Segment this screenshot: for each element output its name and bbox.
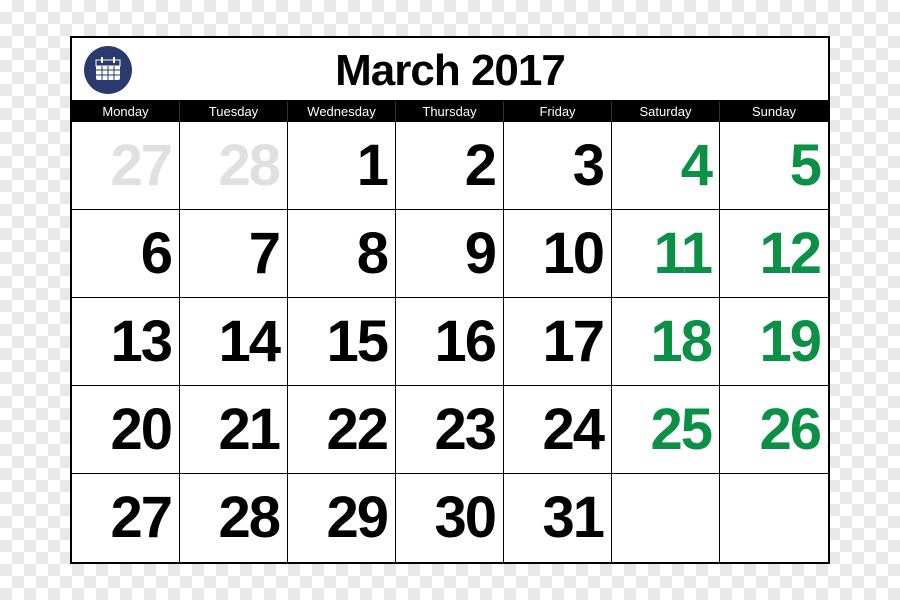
calendar-cell: 27 — [72, 474, 180, 562]
calendar-cell: 7 — [180, 210, 288, 298]
calendar-cell: 13 — [72, 298, 180, 386]
calendar-cell: 25 — [612, 386, 720, 474]
day-header-row: Monday Tuesday Wednesday Thursday Friday… — [72, 101, 828, 122]
calendar-cell: 21 — [180, 386, 288, 474]
calendar: March 2017 Monday Tuesday Wednesday Thur… — [70, 36, 830, 564]
calendar-cell: 18 — [612, 298, 720, 386]
calendar-cell: 16 — [396, 298, 504, 386]
calendar-cell: 9 — [396, 210, 504, 298]
calendar-header: March 2017 — [72, 38, 828, 101]
calendar-cell: 6 — [72, 210, 180, 298]
calendar-title: March 2017 — [72, 46, 828, 96]
calendar-cell: 28 — [180, 474, 288, 562]
day-header-friday: Friday — [504, 101, 612, 122]
day-header-saturday: Saturday — [612, 101, 720, 122]
calendar-cell: 29 — [288, 474, 396, 562]
day-header-tuesday: Tuesday — [180, 101, 288, 122]
calendar-cell: 17 — [504, 298, 612, 386]
calendar-cell: 30 — [396, 474, 504, 562]
calendar-cell-blank — [720, 474, 828, 562]
calendar-cell: 15 — [288, 298, 396, 386]
calendar-cell: 24 — [504, 386, 612, 474]
calendar-cell: 2 — [396, 122, 504, 210]
calendar-cell: 12 — [720, 210, 828, 298]
day-header-thursday: Thursday — [396, 101, 504, 122]
calendar-cell: 8 — [288, 210, 396, 298]
logo-icon — [82, 44, 134, 96]
calendar-cell: 27 — [72, 122, 180, 210]
calendar-cell: 4 — [612, 122, 720, 210]
calendar-cell: 10 — [504, 210, 612, 298]
calendar-cell: 1 — [288, 122, 396, 210]
calendar-cell: 22 — [288, 386, 396, 474]
day-header-sunday: Sunday — [720, 101, 828, 122]
day-header-monday: Monday — [72, 101, 180, 122]
calendar-cell: 26 — [720, 386, 828, 474]
calendar-cell: 31 — [504, 474, 612, 562]
calendar-cell: 5 — [720, 122, 828, 210]
calendar-grid: 27 28 1 2 3 4 5 6 7 8 9 10 11 12 13 14 1… — [72, 122, 828, 562]
calendar-cell: 19 — [720, 298, 828, 386]
calendar-cell: 23 — [396, 386, 504, 474]
calendar-cell: 11 — [612, 210, 720, 298]
calendar-cell: 14 — [180, 298, 288, 386]
calendar-cell-blank — [612, 474, 720, 562]
day-header-wednesday: Wednesday — [288, 101, 396, 122]
calendar-cell: 3 — [504, 122, 612, 210]
calendar-cell: 28 — [180, 122, 288, 210]
calendar-cell: 20 — [72, 386, 180, 474]
